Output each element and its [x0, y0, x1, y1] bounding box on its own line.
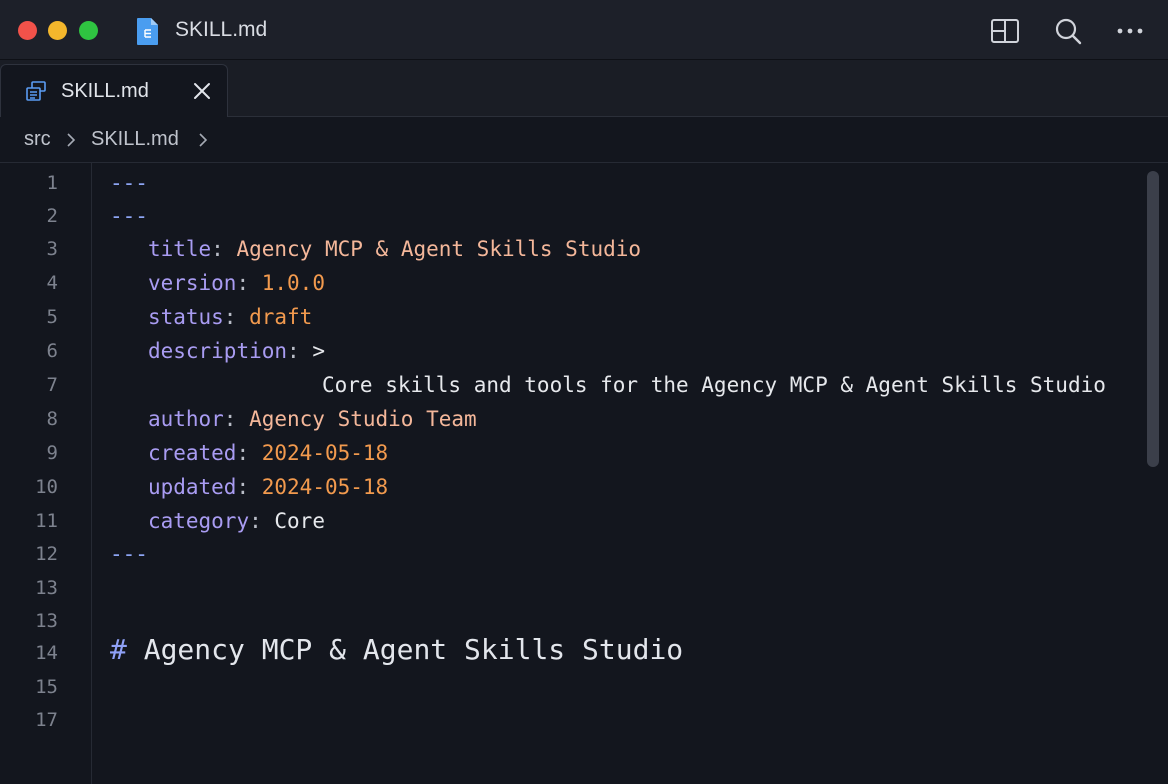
yaml-key: category: [147, 509, 250, 533]
heading-text: Agency MCP & Agent Skills Studio: [143, 633, 684, 666]
code-line-8: author: Agency Studio Team: [147, 407, 477, 431]
code-line-7: Core skills and tools for the Agency MCP…: [322, 373, 1106, 397]
split-layout-icon[interactable]: [990, 16, 1020, 46]
yaml-value: Agency Studio Team: [249, 407, 477, 431]
line-number: 3: [46, 238, 58, 260]
tab-bar: SKILL.md: [0, 60, 1168, 118]
markdown-file-icon: [26, 81, 46, 101]
line-number: 13: [35, 577, 58, 599]
minimize-window-button[interactable]: [48, 21, 67, 40]
vertical-scrollbar[interactable]: [1144, 169, 1162, 469]
line-number: 5: [46, 306, 58, 328]
close-window-button[interactable]: [18, 21, 37, 40]
file-icon: [137, 18, 158, 45]
chevron-right-icon: [67, 133, 76, 147]
line-number: 8: [46, 408, 58, 430]
line-number: 9: [46, 442, 58, 464]
yaml-key: description: [147, 339, 288, 363]
code-line-9: created: 2024-05-18: [147, 441, 389, 465]
code-line-2: ---: [110, 204, 148, 228]
code-editor[interactable]: 1 2 3 4 5 6 7 8 9 10 11 12 13 13 14 15 1…: [0, 163, 1168, 784]
close-icon[interactable]: [191, 80, 213, 102]
line-number: 13: [35, 610, 58, 632]
code-line-5: status: draft: [147, 305, 313, 329]
yaml-key: created: [147, 441, 237, 465]
yaml-value: 1.0.0: [261, 271, 325, 295]
code-line-10: updated: 2024-05-18: [147, 475, 389, 499]
tab-skill-md[interactable]: SKILL.md: [0, 64, 228, 118]
chevron-right-icon: [199, 133, 208, 147]
window-title: SKILL.md: [175, 18, 268, 41]
code-line-3: title: Agency MCP & Agent Skills Studio: [147, 237, 642, 261]
line-number: 12: [35, 543, 58, 565]
frontmatter-delimiter: ---: [110, 204, 148, 228]
title-bar: SKILL.md: [0, 0, 1168, 60]
scrollbar-thumb[interactable]: [1147, 171, 1159, 467]
breadcrumb-item-src[interactable]: src: [24, 128, 51, 151]
line-number: 17: [35, 709, 58, 731]
line-number: 6: [46, 340, 58, 362]
yaml-value: Core skills and tools for the Agency MCP…: [322, 373, 1106, 397]
yaml-key: updated: [147, 475, 237, 499]
line-number: 4: [46, 272, 58, 294]
breadcrumb: src SKILL.md: [0, 117, 1168, 163]
code-line-6: description: >: [147, 339, 325, 363]
more-icon[interactable]: [1115, 16, 1145, 46]
yaml-folded-marker: >: [312, 339, 325, 363]
yaml-value: 2024-05-18: [261, 475, 389, 499]
yaml-key: author: [147, 407, 224, 431]
code-line-4: version: 1.0.0: [147, 271, 325, 295]
frontmatter-delimiter: ---: [110, 171, 148, 195]
line-number-gutter: 1 2 3 4 5 6 7 8 9 10 11 12 13 13 14 15 1…: [0, 163, 92, 784]
line-number: 11: [35, 510, 58, 532]
line-number: 2: [46, 205, 58, 227]
code-line-1: ---: [110, 171, 148, 195]
yaml-value: Core: [274, 509, 325, 533]
line-number: 10: [35, 476, 58, 498]
line-number: 7: [46, 374, 58, 396]
line-number: 1: [46, 172, 58, 194]
tab-label: SKILL.md: [61, 80, 149, 102]
code-line-11: category: Core: [147, 509, 325, 533]
yaml-key: version: [147, 271, 237, 295]
yaml-key: title: [147, 237, 212, 261]
line-number: 14: [35, 642, 58, 664]
yaml-value: 2024-05-18: [261, 441, 389, 465]
code-line-12: ---: [110, 542, 148, 566]
heading-marker: #: [110, 633, 127, 666]
breadcrumb-item-file[interactable]: SKILL.md: [91, 128, 179, 151]
code-line-heading: # Agency MCP & Agent Skills Studio: [110, 633, 683, 666]
yaml-value: draft: [249, 305, 313, 329]
line-number: 15: [35, 676, 58, 698]
yaml-key: status: [147, 305, 224, 329]
frontmatter-delimiter: ---: [110, 542, 148, 566]
yaml-value: Agency MCP & Agent Skills Studio: [236, 237, 642, 261]
maximize-window-button[interactable]: [79, 21, 98, 40]
search-icon[interactable]: [1053, 16, 1083, 46]
